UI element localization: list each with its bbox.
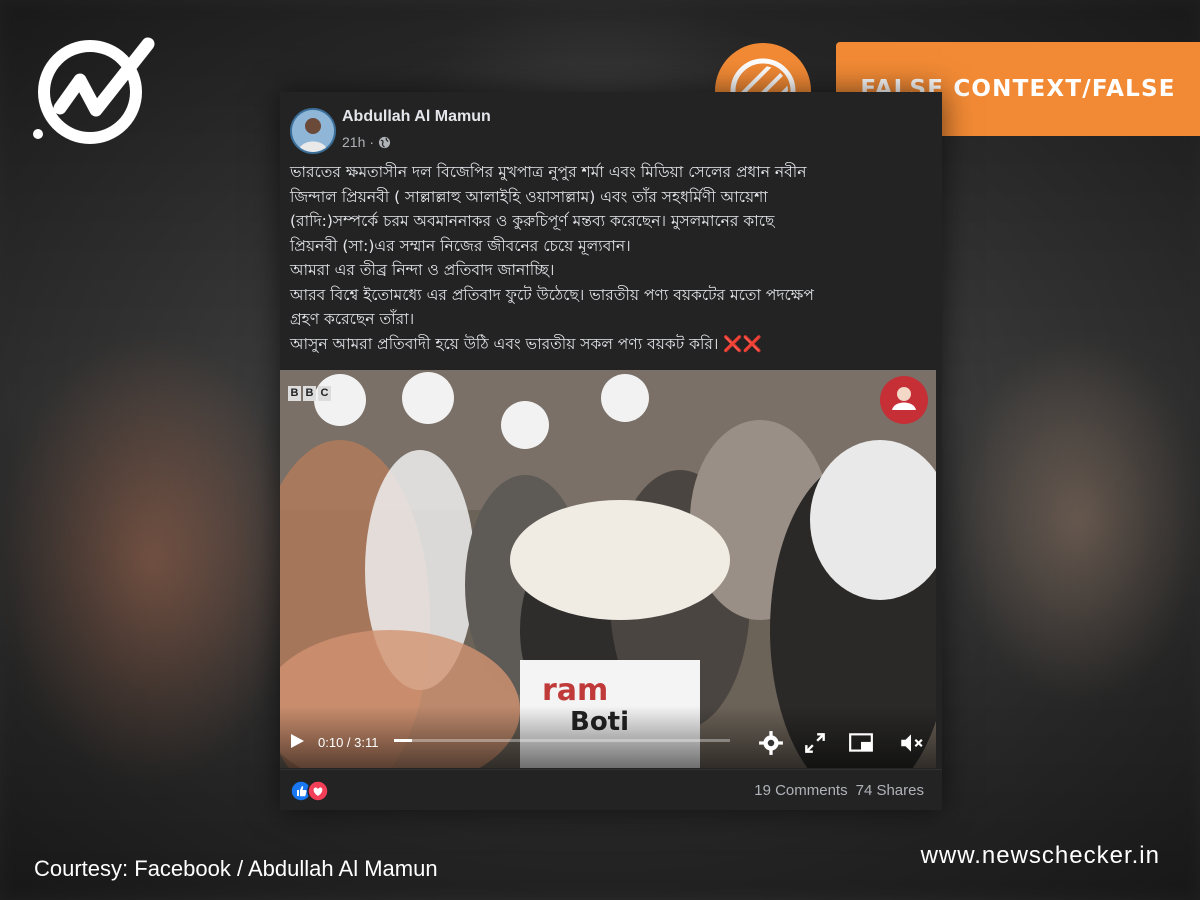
video-player[interactable]: ram Boti B B C 0:10 / 3:11 [280, 370, 936, 768]
mute-icon[interactable] [898, 730, 924, 756]
video-controls: 0:10 / 3:11 [280, 706, 936, 768]
video-progress-fill [394, 739, 412, 742]
fullscreen-icon[interactable] [802, 730, 828, 756]
newschecker-logo-icon [33, 37, 155, 144]
post-text-line: আসুন আমরা প্রতিবাদী হয়ে উঠি এবং ভারতীয়… [290, 334, 719, 353]
meta-separator: · [369, 134, 375, 150]
video-progress-bar[interactable] [394, 739, 730, 742]
bbc-watermark: B B C [288, 386, 331, 401]
post-footer: 19 Comments 74 Shares [280, 769, 942, 810]
reactions-icon[interactable] [290, 780, 334, 802]
picture-in-picture-icon[interactable] [848, 730, 874, 756]
facebook-post: Abdullah Al Mamun 21h · ভারতের ক্ষমতাসীন… [280, 92, 942, 810]
post-time[interactable]: 21h [342, 134, 365, 150]
svg-text:ram: ram [542, 673, 608, 708]
settings-gear-icon[interactable] [758, 730, 784, 756]
video-time: 0:10 / 3:11 [318, 735, 379, 750]
engagement-counts: 19 Comments 74 Shares [754, 782, 924, 799]
channel-person-icon [892, 387, 916, 410]
watermark-letter: C [318, 386, 331, 401]
play-icon[interactable] [288, 732, 306, 750]
cross-mark-emoji: ❌❌ [723, 334, 762, 353]
courtesy-caption: Courtesy: Facebook / Abdullah Al Mamun [34, 856, 438, 881]
post-text: ভারতের ক্ষমতাসীন দল বিজেপির মুখপাত্র নুপ… [290, 160, 930, 356]
post-text-line: জিন্দাল প্রিয়নবী ( সাল্লাল্লাহু আলাইহি … [290, 187, 768, 206]
post-text-line: আমরা এর তীব্র নিন্দা ও প্রতিবাদ জানাচ্ছি… [290, 261, 555, 279]
watermark-letter: B [288, 386, 301, 401]
watermark-letter: B [303, 386, 316, 401]
author-avatar[interactable] [290, 108, 336, 154]
post-text-line: ভারতের ক্ষমতাসীন দল বিজেপির মুখপাত্র নুপ… [290, 163, 807, 181]
post-text-line: গ্রহণ করেছেন তাঁরা। [290, 310, 415, 328]
post-text-line: (রাদি:)সম্পর্কে চরম অবমাননাকর ও কুরুচিপূ… [290, 212, 775, 230]
globe-icon [378, 136, 391, 148]
author-name[interactable]: Abdullah Al Mamun [342, 108, 491, 126]
site-url: www.newschecker.in [920, 842, 1160, 869]
shares-count[interactable]: 74 Shares [856, 782, 924, 799]
channel-badge [880, 376, 928, 424]
post-text-line: প্রিয়নবী (সা:)এর সম্মান নিজের জীবনের চে… [290, 236, 631, 255]
post-text-line: আরব বিশ্বে ইতোমধ্যে এর প্রতিবাদ ফুটে উঠে… [290, 285, 814, 304]
avatar-person-icon [292, 110, 334, 152]
post-text-line-last: আসুন আমরা প্রতিবাদী হয়ে উঠি এবং ভারতীয়… [290, 332, 930, 357]
comments-count[interactable]: 19 Comments [754, 782, 847, 799]
post-meta: 21h · [342, 134, 391, 150]
